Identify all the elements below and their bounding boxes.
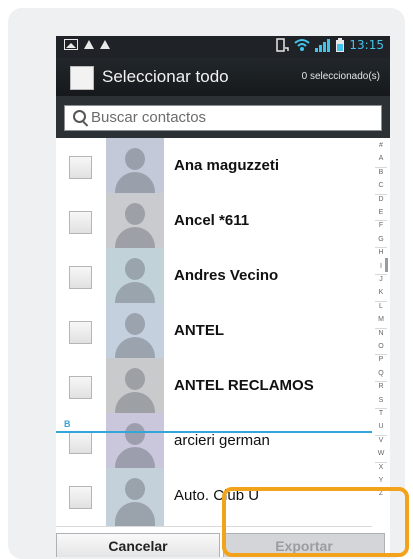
contact-checkbox[interactable] (69, 486, 92, 509)
contact-checkbox[interactable] (69, 431, 92, 454)
index-letter[interactable]: P (372, 356, 390, 363)
index-separator (375, 408, 387, 409)
wifi-icon (294, 39, 311, 51)
index-letter[interactable]: C (372, 182, 390, 189)
selected-count: 0 seleccionado(s) (301, 71, 380, 82)
index-letter[interactable]: F (372, 222, 390, 229)
index-letter[interactable]: V (372, 437, 390, 444)
contact-avatar (106, 193, 164, 251)
contact-name: arcieri german (174, 432, 270, 449)
notification-icons (64, 39, 110, 50)
contact-checkbox[interactable] (69, 211, 92, 234)
search-input[interactable] (91, 109, 371, 126)
contact-name: Andres Vecino (174, 267, 279, 284)
contact-avatar (106, 138, 164, 196)
system-icons: 13:15 (275, 38, 384, 52)
section-header: B (56, 419, 372, 433)
index-letter[interactable]: A (372, 155, 390, 162)
phone-sync-icon (276, 38, 290, 52)
contact-name: Ancel *611 (174, 212, 250, 229)
index-separator (375, 274, 387, 275)
index-letter[interactable]: H (372, 249, 390, 256)
index-separator (375, 381, 387, 383)
index-separator (375, 247, 387, 249)
contact-checkbox[interactable] (69, 321, 92, 344)
index-letter[interactable]: Y (372, 477, 390, 484)
phone-screen: 13:15 Seleccionar todo 0 seleccionado(s)… (56, 36, 390, 557)
contact-list: Ana maguzzeti Ancel *611 Andres Vecino A… (56, 138, 372, 527)
index-letter[interactable]: W (372, 450, 390, 457)
index-letter[interactable]: R (372, 383, 390, 390)
index-letter[interactable]: J (372, 276, 390, 283)
index-letter[interactable]: O (372, 343, 390, 350)
contact-checkbox[interactable] (69, 156, 92, 179)
alphabet-index[interactable]: # A B C D E F G H I J K L M N O P Q R S T U V W X Y Z (372, 142, 390, 532)
contact-row[interactable]: Andres Vecino (56, 248, 372, 307)
select-all-label[interactable]: Seleccionar todo (102, 67, 229, 87)
search-box[interactable] (64, 105, 382, 131)
contact-row[interactable]: ANTEL (56, 303, 372, 362)
index-letter[interactable]: E (372, 209, 390, 216)
index-letter[interactable]: M (372, 316, 390, 323)
index-separator (375, 434, 387, 436)
index-letter[interactable]: X (372, 464, 390, 471)
contact-name: ANTEL RECLAMOS (174, 377, 314, 394)
select-all-checkbox[interactable] (70, 66, 94, 90)
selection-action-bar: Seleccionar todo 0 seleccionado(s) (56, 58, 390, 96)
contact-avatar (106, 468, 164, 526)
index-separator (375, 461, 387, 463)
contact-checkbox[interactable] (69, 376, 92, 399)
contact-row[interactable]: ANTEL RECLAMOS (56, 358, 372, 417)
contact-checkbox[interactable] (69, 266, 92, 289)
index-letter[interactable]: D (372, 196, 390, 203)
index-letter[interactable]: I (372, 263, 390, 270)
index-separator (375, 193, 387, 195)
index-letter[interactable]: # (372, 142, 390, 149)
index-separator (375, 166, 387, 168)
index-letter[interactable]: U (372, 423, 390, 430)
search-bar (56, 96, 390, 138)
index-separator (375, 300, 387, 302)
section-header-letter: B (64, 419, 71, 429)
image-notification-icon (64, 39, 78, 50)
contact-avatar (106, 248, 164, 306)
warning-icon (100, 40, 110, 49)
contact-avatar (106, 303, 164, 361)
search-icon (73, 110, 86, 123)
contact-avatar (106, 358, 164, 416)
index-separator (375, 220, 387, 222)
status-bar: 13:15 (56, 36, 390, 58)
status-time: 13:15 (349, 38, 384, 52)
warning-icon (84, 40, 94, 49)
index-letter[interactable]: G (372, 236, 390, 243)
index-letter[interactable]: T (372, 410, 390, 417)
contact-row[interactable]: Ana maguzzeti (56, 138, 372, 197)
contact-name: Ana maguzzeti (174, 157, 280, 174)
index-letter[interactable]: Q (372, 370, 390, 377)
contact-row[interactable]: Ancel *611 (56, 193, 372, 252)
section-divider (56, 431, 372, 433)
index-letter[interactable]: L (372, 303, 390, 310)
index-letter[interactable]: B (372, 169, 390, 176)
cancel-button[interactable]: Cancelar (56, 533, 220, 557)
index-separator (375, 327, 387, 329)
index-letter[interactable]: N (372, 330, 390, 337)
index-letter[interactable]: K (372, 289, 390, 296)
battery-icon (336, 38, 345, 52)
signal-icon (315, 39, 331, 52)
contact-name: ANTEL (174, 322, 224, 339)
export-highlight-box (222, 487, 409, 557)
index-separator (375, 354, 387, 356)
index-letter[interactable]: S (372, 397, 390, 404)
